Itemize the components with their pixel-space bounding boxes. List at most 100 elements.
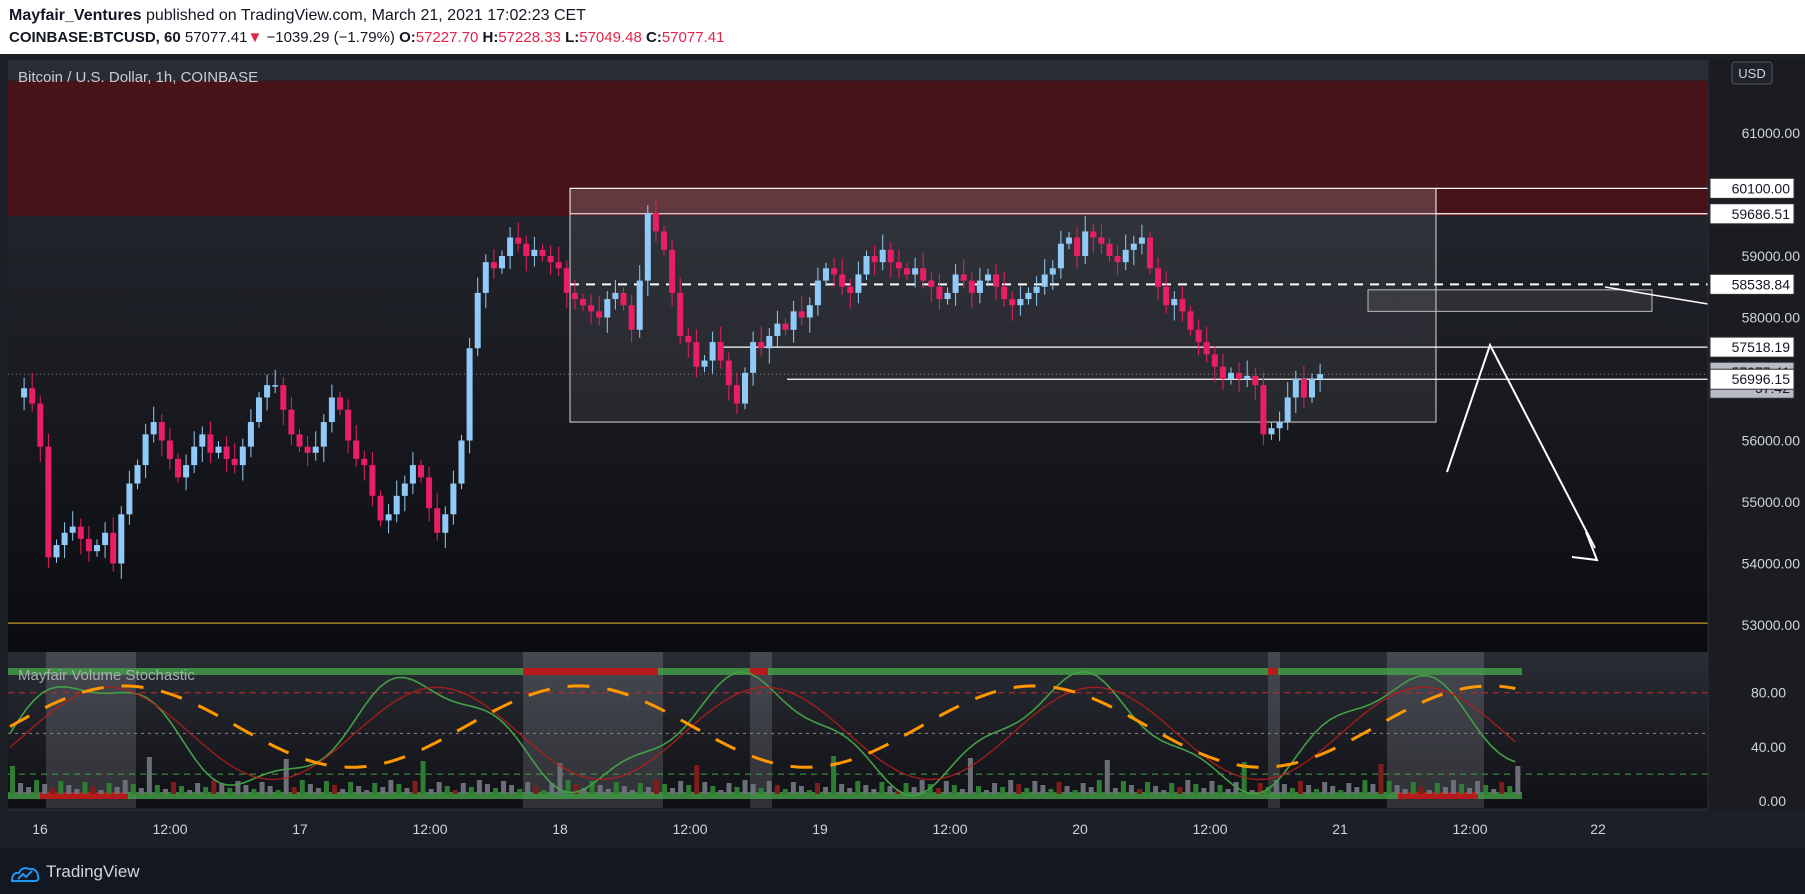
volume-bar bbox=[1128, 785, 1134, 794]
volume-bar bbox=[1096, 780, 1102, 794]
close-label: C: bbox=[646, 29, 662, 46]
volume-bar bbox=[130, 784, 136, 794]
tradingview-logo[interactable]: TradingView bbox=[10, 862, 140, 882]
volume-bar bbox=[766, 781, 772, 794]
volume-bar bbox=[984, 790, 990, 794]
volume-bar bbox=[1298, 781, 1303, 794]
candle-body bbox=[1106, 243, 1113, 256]
candle-body bbox=[377, 495, 384, 521]
volume-bar bbox=[670, 788, 676, 794]
candle-body bbox=[539, 249, 546, 256]
candle-body bbox=[742, 372, 748, 404]
indicator-top-bar-red bbox=[750, 668, 768, 675]
candle-body bbox=[158, 422, 165, 441]
volume-bar bbox=[1000, 787, 1006, 794]
candle-body bbox=[418, 465, 424, 478]
volume-bar bbox=[1064, 786, 1070, 794]
candle-body bbox=[296, 434, 303, 447]
candle-body bbox=[256, 397, 262, 423]
retest-box[interactable] bbox=[1367, 289, 1653, 312]
ohlc-line: COINBASE:BTCUSD, 60 57077.41▼ −1039.29 (… bbox=[9, 29, 724, 46]
tradingview-wordmark: TradingView bbox=[46, 862, 140, 881]
indicator-top-bar-red bbox=[523, 668, 658, 675]
candle-body bbox=[563, 268, 570, 293]
candle-body bbox=[223, 446, 230, 459]
candle-body bbox=[1041, 274, 1048, 287]
candle-body bbox=[1236, 372, 1243, 379]
candle-body bbox=[985, 274, 991, 281]
volume-bar bbox=[1306, 785, 1312, 794]
down-triangle-icon: ▼ bbox=[247, 29, 263, 46]
volume-bar bbox=[710, 786, 716, 794]
volume-bar bbox=[1281, 784, 1287, 794]
candle-body bbox=[758, 342, 765, 349]
candle-body bbox=[790, 311, 797, 330]
candle-body bbox=[118, 514, 125, 564]
volume-bar bbox=[1217, 785, 1223, 794]
volume-bar bbox=[1040, 785, 1046, 794]
volume-bar bbox=[452, 790, 458, 794]
candle-body bbox=[920, 268, 927, 281]
volume-bar bbox=[509, 785, 515, 794]
candle-body bbox=[928, 280, 935, 287]
volume-bar bbox=[122, 780, 128, 794]
volume-bar bbox=[340, 789, 346, 794]
candle-body bbox=[369, 465, 376, 496]
candle-body bbox=[515, 237, 522, 244]
candle-body bbox=[588, 305, 595, 312]
time-tick-label: 17 bbox=[292, 821, 308, 837]
volume-bar bbox=[645, 787, 651, 794]
candle-body bbox=[1033, 286, 1040, 293]
volume-bar bbox=[541, 790, 547, 794]
candle-body bbox=[434, 508, 441, 533]
volume-bar bbox=[1370, 784, 1376, 794]
volume-bar bbox=[662, 784, 668, 794]
volume-bar bbox=[1145, 782, 1151, 794]
volume-bar bbox=[533, 786, 539, 794]
candle-body bbox=[1017, 299, 1024, 306]
volume-bar bbox=[1080, 783, 1086, 794]
volume-bar bbox=[1201, 788, 1207, 794]
volume-bar bbox=[58, 781, 64, 794]
volume-bar bbox=[484, 784, 490, 794]
volume-bar bbox=[243, 785, 249, 794]
volume-bar bbox=[613, 782, 619, 794]
volume-bar bbox=[1072, 790, 1078, 794]
volume-bar bbox=[396, 784, 402, 794]
candle-body bbox=[904, 268, 910, 275]
top-supply-box[interactable] bbox=[569, 187, 1437, 215]
candle-body bbox=[766, 335, 773, 349]
volume-bar bbox=[146, 757, 152, 794]
volume-bar bbox=[1209, 781, 1215, 794]
indicator-tick-label: 0.00 bbox=[1759, 793, 1786, 809]
price-tick-label: 55000.00 bbox=[1742, 494, 1801, 510]
candle-body bbox=[393, 495, 400, 515]
volume-bar bbox=[1426, 790, 1432, 794]
candle-body bbox=[264, 385, 271, 398]
time-tick-label: 12:00 bbox=[152, 821, 187, 837]
volume-bar bbox=[1120, 781, 1126, 794]
candle-body bbox=[669, 249, 676, 293]
candle-body bbox=[855, 274, 862, 293]
volume-bar bbox=[1491, 789, 1497, 794]
candle-body bbox=[110, 532, 117, 564]
last-price: 57077.41 bbox=[184, 29, 248, 46]
candle-body bbox=[207, 434, 214, 453]
candle-body bbox=[798, 311, 805, 318]
author-name[interactable]: Mayfair_Ventures bbox=[9, 7, 142, 24]
volume-bar bbox=[1386, 781, 1392, 794]
candle-body bbox=[709, 342, 716, 361]
candle-body bbox=[247, 422, 254, 447]
candle-body bbox=[555, 262, 562, 269]
volume-bar bbox=[315, 788, 321, 794]
publish-line: Mayfair_Ventures published on TradingVie… bbox=[9, 7, 586, 25]
candle-body bbox=[1292, 379, 1299, 398]
candle-body bbox=[166, 440, 173, 459]
candle-body bbox=[490, 262, 497, 269]
candle-body bbox=[936, 286, 943, 300]
candle-body bbox=[1276, 422, 1283, 429]
candle-body bbox=[814, 280, 821, 306]
volume-bar bbox=[935, 788, 941, 794]
chart-area[interactable]: 53000.00 54000.00 55000.00 56000.00 58000.00… bbox=[0, 54, 1805, 848]
volume-bar bbox=[1483, 785, 1489, 794]
